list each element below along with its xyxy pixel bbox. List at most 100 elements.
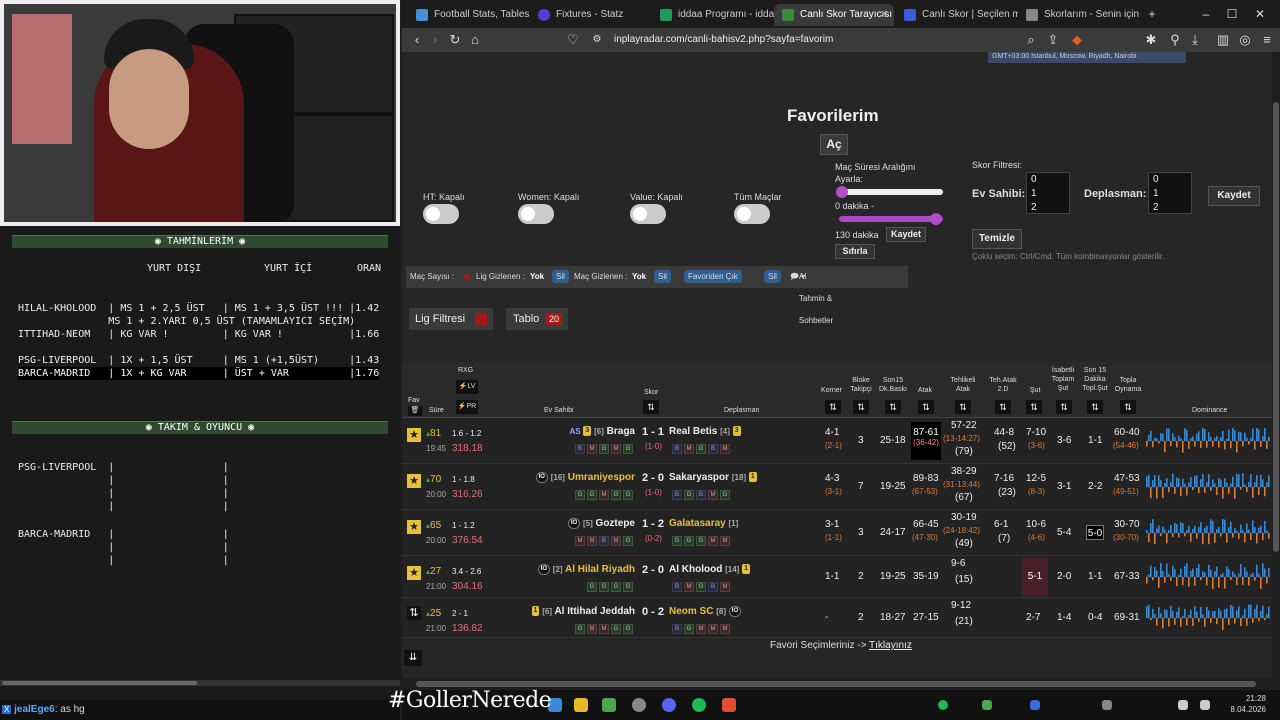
scroll-thumb[interactable] — [2, 681, 197, 685]
home-team[interactable]: IO [5] Goztepe — [567, 518, 635, 529]
tray-nvidia-icon[interactable] — [982, 700, 992, 710]
tum-maclar-toggle[interactable] — [734, 204, 770, 224]
match-row[interactable]: ★ ▴70 20:00 1 - 1.8 316.26 IO [16] Umraniyesp… — [402, 464, 1272, 510]
tab-iddaa[interactable]: iddaa Programı - iddaa B — [652, 4, 774, 26]
favoriden-cik-button[interactable]: Favoriden Çık — [684, 270, 742, 283]
share-icon[interactable]: ⇪ — [1044, 31, 1062, 49]
sort-sut-icon[interactable]: ⇅ — [1026, 400, 1042, 414]
min-slider-knob[interactable] — [836, 186, 848, 198]
score-option[interactable]: 1 — [1149, 187, 1191, 201]
home-icon[interactable]: ⌂ — [466, 31, 484, 49]
score-option[interactable]: 2 — [1149, 201, 1191, 215]
obs-icon[interactable] — [632, 698, 646, 712]
url-field[interactable]: inplayradar.com/canli-bahisv2.php?sayfa=… — [614, 32, 833, 48]
notepad-icon[interactable] — [602, 698, 616, 712]
match-row[interactable]: ⇅ ▴25 21:00 2 - 1 136.82 1 [6] Al Ittihad Jed… — [402, 598, 1272, 638]
download-icon[interactable]: ⤓ — [1186, 31, 1204, 49]
sort-bloke-icon[interactable]: ⇅ — [853, 400, 869, 414]
wallet-icon[interactable]: ◎ — [1236, 31, 1254, 49]
reload-icon[interactable]: ↻ — [446, 31, 464, 49]
sort-tehlikeli-icon[interactable]: ⇅ — [955, 400, 971, 414]
trash-icon[interactable]: 🗑 — [408, 406, 422, 416]
tab-canli-skor-active[interactable]: Canlı Skor Tarayıcısı ✕ — [774, 4, 894, 26]
hscroll-thumb[interactable] — [416, 681, 1256, 687]
bookmark-icon[interactable]: ♡ — [564, 31, 582, 49]
away-team[interactable]: Neom SC [8] IO — [669, 606, 742, 617]
favorite-star-icon[interactable]: ★ — [407, 428, 421, 442]
away-team[interactable]: Galatasaray [1] — [669, 518, 738, 529]
max-slider-knob[interactable] — [930, 213, 942, 225]
close-window-icon[interactable]: ✕ — [1248, 4, 1272, 24]
favorite-star-icon[interactable]: ★ — [407, 520, 421, 534]
vertical-scrollbar[interactable] — [1272, 52, 1280, 690]
score-option[interactable]: 2 — [1027, 201, 1069, 215]
sort-son15-icon[interactable]: ⇅ — [885, 400, 901, 414]
tray-settings-icon[interactable] — [1102, 700, 1112, 710]
sidebar-icon[interactable]: ▥ — [1214, 31, 1232, 49]
file-explorer-icon[interactable] — [574, 698, 588, 712]
match-row[interactable]: ★ ▴27 21:00 3.4 - 2.6 304.16 IO [2] Al Hilal … — [402, 556, 1272, 598]
forward-icon[interactable]: › — [426, 31, 444, 49]
minimize-icon[interactable]: – — [1194, 4, 1218, 24]
home-team[interactable]: IO [16] Umraniyespor — [535, 472, 635, 483]
tab-football-stats[interactable]: Football Stats, Tables & D — [408, 4, 530, 26]
new-tab-icon[interactable]: + — [1140, 4, 1164, 24]
away-team[interactable]: Al Kholood [14] 1 — [669, 564, 751, 575]
max-slider-track[interactable] — [839, 216, 943, 222]
menu-icon[interactable]: ≡ — [1258, 31, 1276, 49]
sil-mac-button[interactable]: Sil — [654, 270, 671, 283]
sort-skor-icon[interactable]: ⇅ — [643, 400, 659, 414]
away-team[interactable]: Real Betis [4] 3 — [669, 426, 741, 437]
sort-teh-atak-icon[interactable]: ⇅ — [995, 400, 1011, 414]
lig-filtresi-button[interactable]: Lig Filtresi — [409, 308, 493, 330]
sil-favori-button[interactable]: Sil — [764, 270, 781, 283]
lv-button[interactable]: ⚡LV — [456, 380, 478, 394]
favorite-star-icon[interactable]: ★ — [407, 474, 421, 488]
discord-icon[interactable] — [662, 698, 676, 712]
spotify-icon[interactable] — [692, 698, 706, 712]
sort-atak-icon[interactable]: ⇅ — [918, 400, 934, 414]
min-slider-track[interactable] — [839, 189, 943, 195]
ev-sahibi-score-list[interactable]: 0 1 2 — [1026, 172, 1070, 214]
value-toggle[interactable] — [630, 204, 666, 224]
pr-button[interactable]: ⚡PR — [456, 400, 478, 414]
tab-fixtures[interactable]: Fixtures - Statz — [530, 4, 652, 26]
favorite-star-icon[interactable]: ★ — [407, 566, 421, 580]
tab-canli-skor-secilen[interactable]: Canlı Skor | Seçilen maç — [896, 4, 1018, 26]
sort-icon[interactable]: ⇅ — [407, 606, 421, 620]
tab-close-icon[interactable]: ✕ — [880, 4, 888, 26]
kaydet-skor-button[interactable]: Kaydet — [1208, 186, 1260, 206]
site-info-icon[interactable]: ⚙ — [588, 31, 606, 49]
tray-spotify-icon[interactable] — [938, 700, 948, 710]
back-icon[interactable]: ‹ — [408, 31, 426, 49]
women-toggle[interactable] — [518, 204, 554, 224]
home-team[interactable]: 1 [6] Al Ittihad Jeddah — [531, 606, 635, 617]
tab-skorlarim[interactable]: Skorlarım - Senin için Kiş — [1018, 4, 1140, 26]
tray-bluetooth-icon[interactable] — [1030, 700, 1040, 710]
sort-isabetli-icon[interactable]: ⇅ — [1056, 400, 1072, 414]
sifirla-button[interactable]: Sıfırla — [835, 244, 875, 259]
vscroll-thumb[interactable] — [1273, 102, 1279, 552]
ai-tahmin-dropdown[interactable]: 🗩 AI Tahmin & Sohbetler ▾ — [790, 266, 833, 325]
notes-scrollbar[interactable] — [0, 680, 400, 686]
scroll-down-icon[interactable]: ⇊ — [404, 650, 422, 666]
home-team[interactable]: AS 3 [6] Braga — [569, 426, 635, 437]
home-team[interactable]: IO [2] Al Hilal Riyadh — [537, 564, 635, 575]
deplasman-score-list[interactable]: 0 1 2 — [1148, 172, 1192, 214]
score-option[interactable]: 0 — [1149, 173, 1191, 187]
volume-icon[interactable] — [1178, 700, 1188, 710]
match-row[interactable]: ★ ▴81 19:45 1.6 - 1.2 318.18 AS 3 [6] Braga B M… — [402, 418, 1272, 464]
match-row[interactable]: ★ ▴65 20:00 1 - 1.2 376.54 IO [5] Goztepe M M B M… — [402, 510, 1272, 556]
network-icon[interactable] — [1200, 700, 1210, 710]
maximize-icon[interactable]: ☐ — [1220, 4, 1244, 24]
kaydet-sure-button[interactable]: Kaydet — [886, 227, 926, 242]
temizle-button[interactable]: Temizle — [972, 229, 1022, 249]
brave-shield-icon[interactable]: ◆ — [1068, 31, 1086, 49]
timezone-select[interactable]: GMT+03:00 Istanbul, Moscow, Riyadh, Nair… — [988, 52, 1186, 63]
vpn-icon[interactable]: ⚲ — [1166, 31, 1184, 49]
tablo-button[interactable]: Tablo 20 — [506, 308, 568, 330]
zoom-icon[interactable]: ⌕ — [1022, 31, 1040, 49]
sort-topla-icon[interactable]: ⇅ — [1120, 400, 1136, 414]
sil-lig-button[interactable]: Sil — [552, 270, 569, 283]
score-option[interactable]: 0 — [1027, 173, 1069, 187]
